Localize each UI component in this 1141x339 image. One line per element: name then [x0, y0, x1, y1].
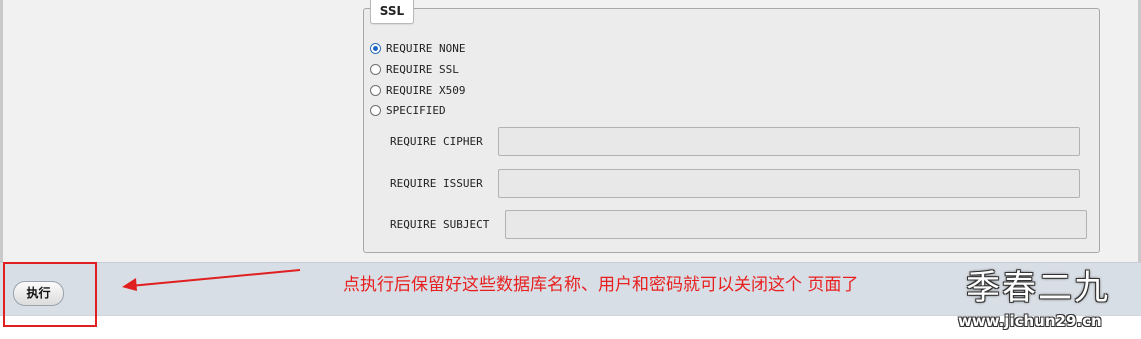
radio-button[interactable] [370, 104, 381, 116]
annotation-text: 点执行后保留好这些数据库名称、用户和密码就可以关闭这个 页面了 [343, 275, 859, 295]
radio-require-x509[interactable]: REQUIRE X509 [370, 82, 465, 98]
require-cipher-input[interactable] [498, 127, 1080, 156]
watermark-title: 季春二九 [966, 268, 1110, 308]
radio-button[interactable] [370, 63, 381, 75]
require-issuer-label: REQUIRE ISSUER [390, 177, 483, 190]
annotation-highlight-box [3, 262, 97, 327]
radio-label: REQUIRE SSL [386, 62, 459, 76]
ssl-legend: SSL [370, 0, 414, 24]
radio-button-checked[interactable] [370, 42, 381, 54]
radio-button[interactable] [370, 84, 381, 96]
require-issuer-input[interactable] [498, 169, 1080, 198]
radio-label: REQUIRE NONE [386, 41, 466, 55]
radio-label: REQUIRE X509 [386, 83, 466, 97]
radio-require-ssl[interactable]: REQUIRE SSL [370, 61, 459, 77]
radio-require-none[interactable]: REQUIRE NONE [370, 40, 465, 56]
require-cipher-label: REQUIRE CIPHER [390, 135, 483, 148]
radio-label: SPECIFIED [386, 103, 446, 117]
radio-specified[interactable]: SPECIFIED [370, 102, 446, 118]
left-frame-border [0, 0, 3, 262]
require-subject-input[interactable] [505, 210, 1087, 239]
annotation-arrow-icon [122, 269, 301, 291]
watermark-url: www.jichun29.cn [958, 312, 1102, 330]
require-subject-label: REQUIRE SUBJECT [390, 218, 490, 231]
